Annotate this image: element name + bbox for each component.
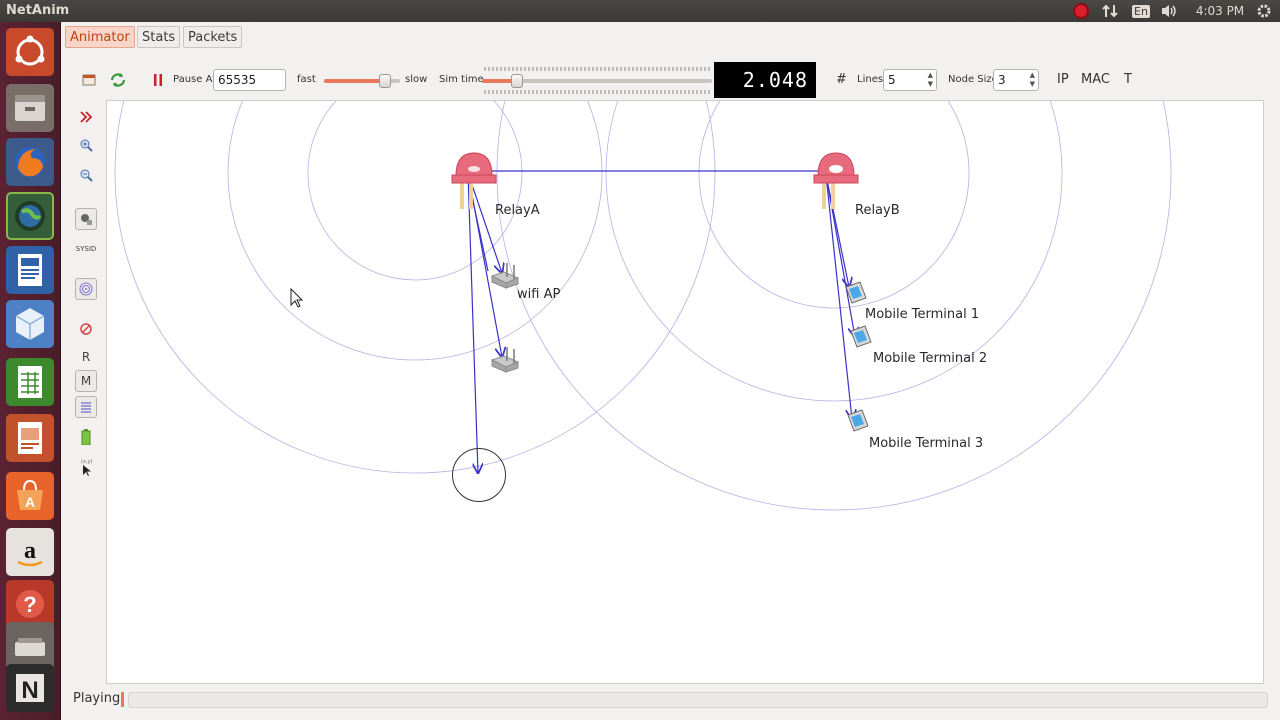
mac-toggle[interactable]: MAC bbox=[1081, 72, 1110, 87]
sim-time-display: 2.048 bbox=[714, 62, 816, 98]
sim-time-slider-handle[interactable] bbox=[511, 74, 523, 88]
svg-text:?: ? bbox=[23, 592, 36, 617]
zoom-in-icon[interactable] bbox=[75, 134, 97, 156]
impress-icon[interactable] bbox=[6, 414, 54, 462]
relay-a-label: RelayA bbox=[495, 203, 540, 218]
wifi-ap-icon[interactable] bbox=[490, 263, 520, 289]
expand-chevron-icon[interactable] bbox=[75, 106, 97, 128]
open-file-icon[interactable] bbox=[81, 72, 97, 91]
tab-stats[interactable]: Stats bbox=[137, 26, 181, 48]
svg-text:(x,y): (x,y) bbox=[81, 459, 92, 465]
animation-canvas[interactable]: RelayA RelayB wifi AP Mobile Terminal 1 … bbox=[106, 100, 1264, 684]
r-button[interactable]: R bbox=[75, 346, 97, 368]
zoom-out-icon[interactable] bbox=[75, 164, 97, 186]
toolbar: Pause At 65535 fast slow Sim time 2.048 … bbox=[61, 62, 1280, 100]
speed-fast-label: fast bbox=[297, 74, 316, 85]
wireless-circles-icon[interactable] bbox=[75, 278, 97, 300]
speed-slow-label: slow bbox=[405, 74, 428, 85]
xy-cursor-icon[interactable]: (x,y) bbox=[75, 456, 97, 478]
range-circles bbox=[114, 101, 1172, 511]
virtualbox-icon[interactable] bbox=[6, 300, 54, 348]
svg-text:a: a bbox=[24, 538, 36, 564]
sim-time-label: Sim time bbox=[439, 74, 484, 85]
sysid-icon[interactable]: SYSID bbox=[75, 238, 97, 260]
help-icon[interactable]: ? bbox=[6, 580, 54, 628]
speed-slider-handle[interactable] bbox=[379, 74, 391, 88]
relay-b-label: RelayB bbox=[855, 203, 900, 218]
relay-b-icon[interactable] bbox=[813, 152, 859, 209]
dash-home-icon[interactable] bbox=[6, 28, 54, 76]
node-display-icon[interactable] bbox=[75, 208, 97, 230]
topology-view bbox=[114, 101, 1172, 511]
pause-at-label: Pause At bbox=[173, 74, 217, 85]
keyboard-layout-label: En bbox=[1132, 4, 1150, 18]
record-icon[interactable] bbox=[1070, 0, 1092, 22]
horizontal-scrollbar[interactable] bbox=[128, 692, 1268, 708]
t-toggle[interactable]: T bbox=[1124, 72, 1132, 87]
keyboard-layout-indicator[interactable]: En bbox=[1130, 0, 1152, 22]
app-title: NetAnim bbox=[6, 3, 70, 18]
ip-toggle[interactable]: IP bbox=[1057, 72, 1069, 87]
system-gear-icon[interactable] bbox=[1254, 0, 1274, 22]
mouse-cursor-icon bbox=[290, 287, 304, 308]
lines-label: Lines bbox=[857, 74, 884, 85]
amazon-icon[interactable]: a bbox=[6, 528, 54, 576]
launcher: A a ? N bbox=[0, 22, 61, 720]
software-center-icon[interactable]: A bbox=[6, 472, 54, 520]
status-bar: Playing bbox=[61, 688, 1280, 712]
node-size-spin-arrows-icon[interactable]: ▲ ▼ bbox=[1030, 71, 1035, 89]
status-progress-indicator bbox=[121, 692, 124, 707]
mobile-terminal-1-label: Mobile Terminal 1 bbox=[865, 307, 980, 322]
files-icon[interactable] bbox=[6, 84, 54, 132]
reload-icon[interactable] bbox=[109, 72, 127, 91]
no-packets-icon[interactable] bbox=[75, 318, 97, 340]
tab-animator[interactable]: Animator bbox=[65, 26, 135, 48]
firefox-icon[interactable] bbox=[6, 138, 54, 186]
terminal-globe-icon[interactable] bbox=[6, 192, 54, 240]
access-point-icon[interactable] bbox=[490, 347, 520, 373]
battery-icon[interactable] bbox=[75, 426, 97, 448]
pause-at-field[interactable]: 65535 bbox=[213, 69, 286, 91]
tab-packets[interactable]: Packets bbox=[183, 26, 243, 48]
svg-text:A: A bbox=[25, 494, 35, 510]
lines-value: 5 bbox=[888, 73, 896, 87]
node-size-spinbox[interactable]: 3 ▲ ▼ bbox=[993, 69, 1039, 91]
calc-icon[interactable] bbox=[6, 358, 54, 406]
svg-text:N: N bbox=[21, 677, 38, 704]
scanner-icon[interactable] bbox=[6, 622, 54, 670]
node-size-value: 3 bbox=[998, 73, 1006, 87]
netanim-window: Animator Stats Packets Pause At 65535 fa… bbox=[61, 22, 1280, 720]
wifi-ap-label: wifi AP bbox=[517, 287, 561, 302]
list-icon[interactable] bbox=[75, 396, 97, 418]
m-button[interactable]: M bbox=[75, 370, 97, 392]
grid-icon[interactable]: # bbox=[836, 72, 847, 87]
system-top-panel: NetAnim En 4:03 PM bbox=[0, 0, 1280, 22]
status-text: Playing bbox=[73, 691, 121, 706]
lines-spin-arrows-icon[interactable]: ▲ ▼ bbox=[928, 71, 933, 89]
clock[interactable]: 4:03 PM bbox=[1192, 0, 1248, 22]
network-arrows-icon[interactable] bbox=[1100, 0, 1120, 22]
lines-spinbox[interactable]: 5 ▲ ▼ bbox=[883, 69, 937, 91]
side-toolbar: SYSID R M (x,y) bbox=[71, 104, 101, 514]
netanim-icon[interactable]: N bbox=[6, 664, 54, 712]
pause-icon[interactable] bbox=[152, 72, 164, 91]
node-size-label: Node Size bbox=[948, 74, 998, 85]
writer-icon[interactable] bbox=[6, 246, 54, 294]
mobile-terminal-3-label: Mobile Terminal 3 bbox=[869, 436, 984, 451]
mobile-terminal-2-label: Mobile Terminal 2 bbox=[873, 351, 988, 366]
node-circle[interactable] bbox=[452, 448, 506, 502]
volume-icon[interactable] bbox=[1158, 0, 1180, 22]
relay-a-icon[interactable] bbox=[451, 152, 497, 209]
